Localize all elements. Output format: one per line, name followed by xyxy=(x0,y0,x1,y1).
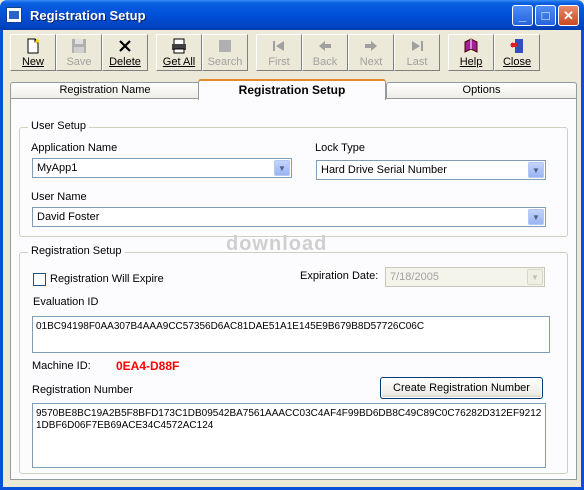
search-label: Search xyxy=(207,56,243,68)
next-arrow-icon xyxy=(362,38,380,54)
tab-options-label: Options xyxy=(462,84,501,96)
save-label: Save xyxy=(66,56,92,68)
next-button[interactable]: Next xyxy=(348,34,394,71)
machine-id-value: 0EA4-D88F xyxy=(116,359,180,373)
tab-options[interactable]: Options xyxy=(386,82,577,99)
app-icon xyxy=(6,7,22,23)
new-document-icon xyxy=(24,38,42,54)
back-arrow-icon xyxy=(316,38,334,54)
lock-type-value: Hard Drive Serial Number xyxy=(321,164,447,176)
delete-label: Delete xyxy=(109,56,141,68)
expiration-date-picker[interactable]: 7/18/2005 ▼ xyxy=(385,267,545,287)
registration-setup-title: Registration Setup xyxy=(28,245,125,257)
get-all-label: Get All xyxy=(162,56,196,68)
close-window-button[interactable]: ✕ xyxy=(558,5,579,26)
tab-registration-name-label: Registration Name xyxy=(59,84,151,96)
x-delete-icon xyxy=(116,38,134,54)
help-label: Help xyxy=(459,56,483,68)
chevron-down-icon[interactable]: ▼ xyxy=(528,209,544,225)
close-label: Close xyxy=(502,56,532,68)
chevron-down-icon[interactable]: ▼ xyxy=(274,160,290,176)
close-button[interactable]: Close xyxy=(494,34,540,71)
create-registration-number-label: Create Registration Number xyxy=(393,382,530,394)
tab-registration-setup[interactable]: Registration Setup xyxy=(198,79,386,100)
back-button[interactable]: Back xyxy=(302,34,348,71)
save-button[interactable]: Save xyxy=(56,34,102,71)
new-button[interactable]: New xyxy=(10,34,56,71)
user-name-value: David Foster xyxy=(37,211,100,223)
back-label: Back xyxy=(312,56,338,68)
search-icon xyxy=(216,38,234,54)
last-label: Last xyxy=(406,56,428,68)
registration-number-field[interactable]: 9570BE8BC19A2B5F8BFD173C1DB09542BA7561AA… xyxy=(32,403,546,468)
evaluation-id-field[interactable]: 01BC94198F0AA307B4AAA9CC57356D6AC81DAE51… xyxy=(32,316,550,353)
tab-registration-name[interactable]: Registration Name xyxy=(10,82,200,99)
application-name-select[interactable]: MyApp1 ▼ xyxy=(32,158,292,178)
application-name-value: MyApp1 xyxy=(37,162,78,174)
exit-door-icon xyxy=(508,38,526,54)
expiration-date-value: 7/18/2005 xyxy=(390,271,439,283)
close-icon: ✕ xyxy=(563,8,574,23)
machine-id-label: Machine ID: xyxy=(32,360,91,372)
tab-registration-setup-label: Registration Setup xyxy=(238,83,346,97)
next-label: Next xyxy=(359,56,383,68)
chevron-down-icon[interactable]: ▼ xyxy=(527,269,543,285)
get-all-button[interactable]: Get All xyxy=(156,34,202,71)
registration-number-value: 9570BE8BC19A2B5F8BFD173C1DB09542BA7561AA… xyxy=(36,408,542,431)
evaluation-id-label: Evaluation ID xyxy=(33,296,99,308)
evaluation-id-value: 01BC94198F0AA307B4AAA9CC57356D6AC81DAE51… xyxy=(36,321,425,332)
new-label: New xyxy=(21,56,44,68)
user-setup-group: User Setup Application Name MyApp1 ▼ Loc… xyxy=(19,120,568,237)
help-book-icon xyxy=(462,38,480,54)
registration-setup-group: Registration Setup Registration Will Exp… xyxy=(19,245,568,474)
lock-type-label: Lock Type xyxy=(315,142,365,154)
maximize-button[interactable]: □ xyxy=(535,5,556,26)
chevron-down-icon[interactable]: ▼ xyxy=(528,162,544,178)
user-name-select[interactable]: David Foster ▼ xyxy=(32,207,546,227)
last-button[interactable]: Last xyxy=(394,34,440,71)
first-label: First xyxy=(268,56,290,68)
registration-will-expire-checkbox[interactable] xyxy=(33,273,46,286)
first-record-icon xyxy=(270,38,288,54)
floppy-disk-icon xyxy=(70,38,88,54)
user-name-label: User Name xyxy=(31,191,87,203)
window-title: Registration Setup xyxy=(30,7,146,23)
registration-number-label: Registration Number xyxy=(32,384,133,396)
registration-will-expire-label: Registration Will Expire xyxy=(50,273,164,285)
delete-button[interactable]: Delete xyxy=(102,34,148,71)
create-registration-number-button[interactable]: Create Registration Number xyxy=(380,377,543,399)
user-setup-title: User Setup xyxy=(28,120,90,132)
toolbar: New Save Delete Get All Search First Bac… xyxy=(10,34,540,72)
printer-list-icon xyxy=(170,38,188,54)
watermark-logo: download xyxy=(226,233,327,256)
expiration-date-label: Expiration Date: xyxy=(300,270,379,282)
tab-strip: Registration Name Registration Setup Opt… xyxy=(10,79,577,100)
last-record-icon xyxy=(408,38,426,54)
watermark-text: download xyxy=(226,233,328,255)
tab-panel: User Setup Application Name MyApp1 ▼ Loc… xyxy=(10,98,577,480)
minimize-icon: _ xyxy=(518,8,527,23)
help-button[interactable]: Help xyxy=(448,34,494,71)
first-button[interactable]: First xyxy=(256,34,302,71)
search-button[interactable]: Search xyxy=(202,34,248,71)
title-bar[interactable]: Registration Setup _ □ ✕ xyxy=(0,0,584,30)
application-name-label: Application Name xyxy=(31,142,118,154)
minimize-button[interactable]: _ xyxy=(512,5,533,26)
lock-type-select[interactable]: Hard Drive Serial Number ▼ xyxy=(316,160,546,180)
maximize-icon: □ xyxy=(541,8,550,23)
